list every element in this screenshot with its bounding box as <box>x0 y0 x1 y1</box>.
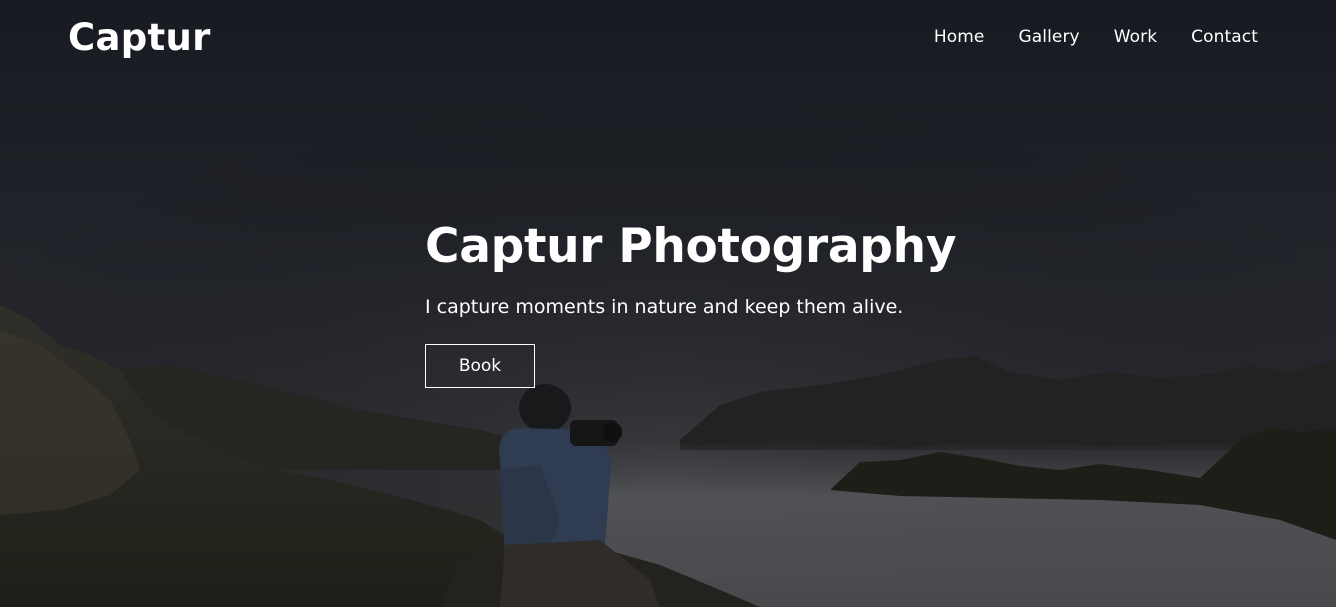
top-navbar: Captur Home Gallery Work Contact <box>0 0 1336 80</box>
nav-link-home[interactable]: Home <box>934 27 985 47</box>
book-button[interactable]: Book <box>425 344 535 388</box>
hero-section: Captur Home Gallery Work Contact Captur … <box>0 0 1336 607</box>
hero-content: Captur Photography I capture moments in … <box>425 216 985 388</box>
nav-link-contact[interactable]: Contact <box>1191 27 1258 47</box>
nav-item-work: Work <box>1114 27 1157 47</box>
nav-item-home: Home <box>934 27 985 47</box>
hero-subtitle: I capture moments in nature and keep the… <box>425 296 904 318</box>
site-logo[interactable]: Captur <box>68 16 211 59</box>
nav-link-work[interactable]: Work <box>1114 27 1157 47</box>
nav-link-gallery[interactable]: Gallery <box>1018 27 1079 47</box>
nav-item-contact: Contact <box>1191 27 1258 47</box>
nav-links: Home Gallery Work Contact <box>934 27 1258 47</box>
hero-title: Captur Photography <box>425 219 957 274</box>
nav-item-gallery: Gallery <box>1018 27 1079 47</box>
